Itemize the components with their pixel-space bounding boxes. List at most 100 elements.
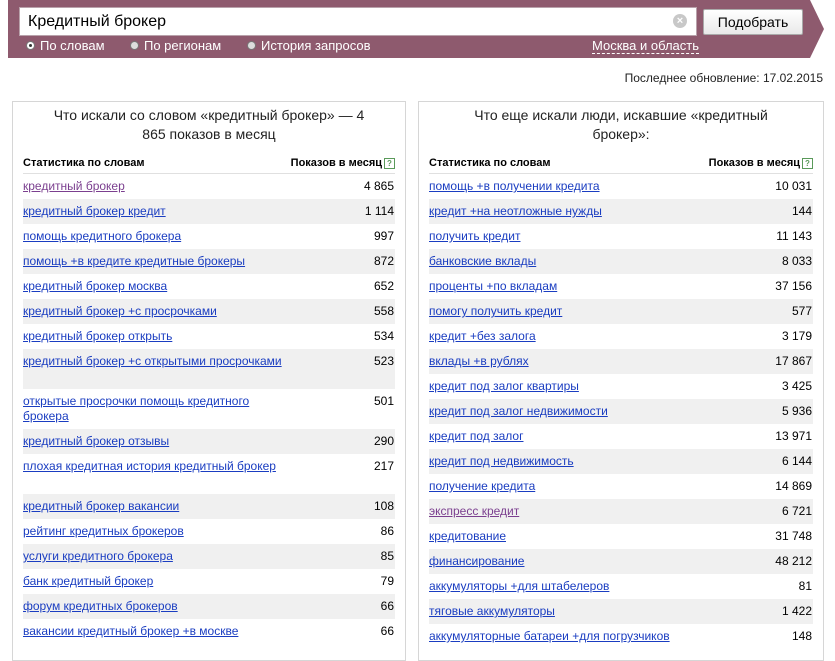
keyword-link[interactable]: кредитный брокер +с открытыми просрочкам… [23,354,282,369]
keyword-link[interactable]: кредит +без залога [429,329,536,344]
keyword-link[interactable]: кредитный брокер москва [23,279,167,294]
shows-count: 217 [373,459,394,473]
left-column-header: Статистика по словам Показов в месяц? [23,156,395,174]
keyword-link[interactable]: открытые просрочки помощь кредитного бро… [23,394,283,424]
table-row: кредит +на неотложные нужды 144 [429,199,813,224]
keyword-link[interactable]: помощь +в получении кредита [429,179,600,194]
keyword-link[interactable]: экспресс кредит [429,504,519,519]
table-row: кредитный брокер 4 865 [23,174,395,199]
table-row: плохая кредитная история кредитный броке… [23,454,395,494]
keyword-link[interactable]: кредит под залог недвижимости [429,404,608,419]
left-panel-title: Что искали со словом «кредитный брокер» … [53,107,365,142]
keyword-link[interactable]: вакансии кредитный брокер +в москве [23,624,238,639]
radio-checked-icon[interactable] [26,41,35,50]
keyword-link[interactable]: тяговые аккумуляторы [429,604,555,619]
shows-count: 8 033 [781,254,812,268]
table-row: тяговые аккумуляторы 1 422 [429,599,813,624]
clear-icon[interactable]: × [673,14,687,28]
table-row: аккумуляторы +для штабелеров 81 [429,574,813,599]
table-row: банк кредитный брокер 79 [23,569,395,594]
keyword-link[interactable]: кредитный брокер открыть [23,329,172,344]
shows-count: 4 865 [363,179,394,193]
keyword-link[interactable]: рейтинг кредитных брокеров [23,524,184,539]
search-input[interactable]: Кредитный брокер [19,7,697,36]
keyword-link[interactable]: форум кредитных брокеров [23,599,178,614]
keyword-link[interactable]: кредитный брокер отзывы [23,434,169,449]
keyword-link[interactable]: кредитный брокер [23,179,125,194]
region-link[interactable]: Москва и область [592,38,700,54]
table-row: кредит под залог недвижимости 5 936 [429,399,813,424]
keyword-link[interactable]: банк кредитный брокер [23,574,153,589]
mode-by-words[interactable]: По словам [26,38,105,53]
keyword-link[interactable]: кредит под недвижимость [429,454,574,469]
shows-count: 148 [791,629,812,643]
shows-count: 577 [791,304,812,318]
table-row: экспресс кредит 6 721 [429,499,813,524]
keyword-link[interactable]: кредитный брокер кредит [23,204,166,219]
radio-icon[interactable] [247,41,256,50]
table-row: вклады +в рублях 17 867 [429,349,813,374]
keyword-column-label: Статистика по словам [429,157,551,169]
last-update: Последнее обновление: 17.02.2015 [624,71,823,85]
keyword-link[interactable]: аккумуляторы +для штабелеров [429,579,609,594]
mode-by-regions[interactable]: По регионам [130,38,221,53]
keyword-link[interactable]: банковские вклады [429,254,536,269]
shows-count: 10 031 [775,179,812,193]
mode-history[interactable]: История запросов [247,38,371,53]
shows-count: 3 425 [781,379,812,393]
help-icon[interactable]: ? [802,157,813,169]
shows-column: Показов в месяц? [291,157,395,169]
table-row: помощь +в получении кредита 10 031 [429,174,813,199]
keyword-link[interactable]: помогу получить кредит [429,304,562,319]
shows-count: 66 [380,624,394,638]
table-row: аккумуляторные батареи +для погрузчиков 1… [429,624,813,649]
shows-count: 652 [373,279,394,293]
help-icon[interactable]: ? [384,157,395,169]
shows-count: 3 179 [781,329,812,343]
shows-count: 997 [373,229,394,243]
keyword-link[interactable]: помощь +в кредите кредитные брокеры [23,254,245,269]
shows-count: 85 [380,549,394,563]
table-row: получение кредита 14 869 [429,474,813,499]
shows-count: 6 721 [781,504,812,518]
shows-count: 872 [373,254,394,268]
table-row: проценты +по вкладам 37 156 [429,274,813,299]
keyword-link[interactable]: финансирование [429,554,524,569]
table-row: услуги кредитного брокера 85 [23,544,395,569]
keyword-link[interactable]: вклады +в рублях [429,354,529,369]
shows-count: 13 971 [775,429,812,443]
keyword-link[interactable]: кредит +на неотложные нужды [429,204,602,219]
keyword-link[interactable]: аккумуляторные батареи +для погрузчиков [429,629,670,644]
shows-count: 37 156 [775,279,812,293]
shows-count: 11 143 [776,229,812,243]
keyword-link[interactable]: кредитование [429,529,506,544]
keyword-link[interactable]: получить кредит [429,229,520,244]
left-rows: кредитный брокер 4 865 кредитный брокер кр… [23,174,395,644]
table-row: кредитный брокер вакансии 108 [23,494,395,519]
shows-column-label: Показов в месяц [290,157,382,169]
table-row: кредитный брокер кредит 1 114 [23,199,395,224]
table-row: форум кредитных брокеров 66 [23,594,395,619]
keyword-link[interactable]: проценты +по вкладам [429,279,557,294]
keyword-link[interactable]: кредитный брокер вакансии [23,499,179,514]
keyword-link[interactable]: помощь кредитного брокера [23,229,181,244]
table-row: кредит +без залога 3 179 [429,324,813,349]
left-panel: Что искали со словом «кредитный брокер» … [12,101,406,661]
right-panel: Что еще искали люди, искавшие «кредитный… [418,101,824,661]
keyword-link[interactable]: плохая кредитная история кредитный броке… [23,459,276,474]
shows-count: 1 422 [781,604,812,618]
shows-count: 534 [373,329,394,343]
keyword-link[interactable]: услуги кредитного брокера [23,549,173,564]
search-bar-arrow [810,0,824,58]
shows-count: 558 [373,304,394,318]
table-row: кредитный брокер москва 652 [23,274,395,299]
shows-count: 14 869 [775,479,812,493]
keyword-link[interactable]: кредитный брокер +с просрочками [23,304,217,319]
keyword-link[interactable]: получение кредита [429,479,535,494]
radio-icon[interactable] [130,41,139,50]
submit-button[interactable]: Подобрать [703,9,803,35]
right-rows: помощь +в получении кредита 10 031 кредит … [429,174,813,649]
table-row: вакансии кредитный брокер +в москве 66 [23,619,395,644]
keyword-link[interactable]: кредит под залог квартиры [429,379,579,394]
keyword-link[interactable]: кредит под залог [429,429,523,444]
